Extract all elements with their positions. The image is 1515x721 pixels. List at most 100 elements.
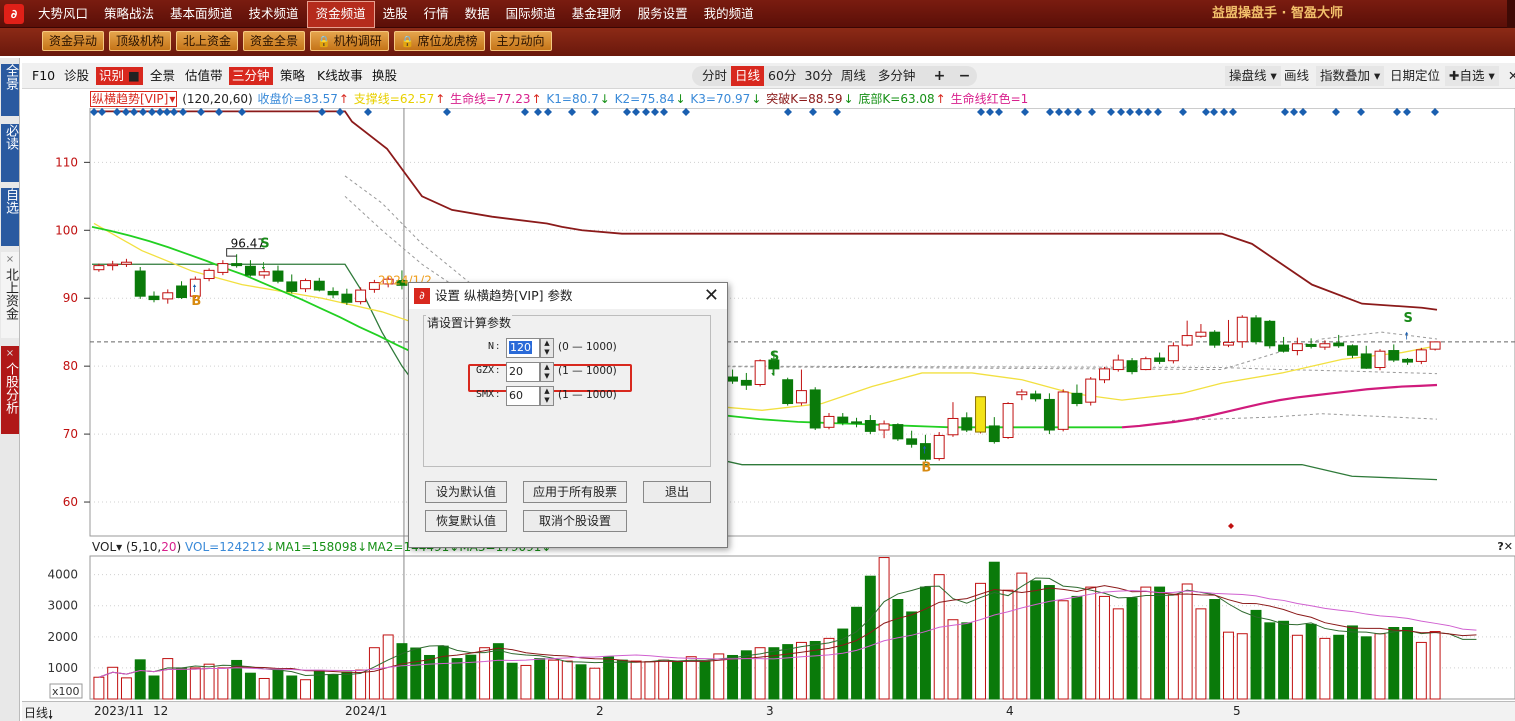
volume-bar [1112, 608, 1124, 700]
volume-bar [1167, 594, 1179, 700]
cancel-stock-setting-button[interactable]: 取消个股设置 [523, 510, 627, 532]
tool-trade-line[interactable]: 操盘线 ▾ [1225, 66, 1281, 86]
sub-menu-item[interactable]: 🔒 机构调研 [310, 31, 389, 51]
date-label: 4 [1006, 704, 1014, 718]
spinner-icon[interactable]: ▲ ▼ [540, 386, 554, 406]
side-tab-watchlist[interactable]: 自选 [1, 188, 19, 246]
tool-date-locate[interactable]: 日期定位 [1386, 66, 1444, 86]
tool-strategy[interactable]: 策略 [280, 67, 305, 85]
brand-title: 益盟操盘手 · 智盈大师 [1212, 6, 1343, 21]
menu-item[interactable]: 资金频道 [306, 1, 375, 28]
tool-index-overlay[interactable]: 指数叠加 ▾ [1316, 66, 1385, 86]
sub-menu-item[interactable]: 资金异动 [42, 31, 105, 51]
candle-body [162, 292, 174, 300]
volume-bar [300, 679, 311, 700]
side-tab-must-read[interactable]: 必读 [1, 124, 19, 182]
price-tick-label: 70 [63, 427, 78, 441]
candle-body [1085, 378, 1097, 403]
date-label: 2023/11 [94, 704, 144, 718]
period-selector[interactable]: 日线 🠗 [22, 704, 53, 721]
volume-bar [699, 661, 711, 700]
volume-bar [368, 647, 380, 700]
spinner-icon[interactable]: ▲ ▼ [540, 338, 554, 358]
candle-body [809, 389, 821, 429]
param-name: GZX [475, 365, 494, 376]
side-tab-overview[interactable]: 全景 [1, 64, 19, 116]
candle-body [823, 415, 835, 428]
candle-body [1112, 359, 1124, 371]
kline-chart[interactable]: 110100908070604000300020001000x10096.472… [22, 107, 1515, 701]
volume-bar [148, 675, 160, 700]
k1-value: K1=80.7 [546, 92, 599, 106]
apply-all-stocks-button[interactable]: 应用于所有股票 [523, 481, 627, 503]
param-n-input[interactable]: 120 [506, 338, 540, 358]
spinner-icon[interactable]: ▲ ▼ [540, 362, 554, 382]
tool-valuation-band[interactable]: 估值带 [185, 67, 223, 85]
restore-default-button[interactable]: 恢复默认值 [425, 510, 507, 532]
tool-identify-label: 识别 [99, 68, 125, 83]
menu-item[interactable]: 基本面频道 [162, 0, 241, 28]
tool-f10[interactable]: F10 [32, 67, 55, 85]
tool-switch-stock[interactable]: 换股 [372, 67, 397, 85]
side-tab-northbound[interactable]: × 北上资金 [1, 252, 19, 338]
menu-item[interactable]: 我的频道 [696, 0, 762, 28]
indicator-selector[interactable]: 纵横趋势[VIP]▾ [90, 91, 178, 107]
close-icon[interactable]: ✕ [704, 283, 719, 309]
volume-bar [424, 654, 435, 700]
exit-button[interactable]: 退出 [643, 481, 711, 503]
tool-three-minutes[interactable]: 三分钟 [229, 67, 273, 85]
arrow-down-icon: ↓ [357, 540, 368, 554]
menu-item[interactable]: 行情 [416, 0, 457, 28]
period-tab-intraday[interactable]: 分时 [698, 66, 731, 86]
param-name: N [487, 341, 494, 352]
param-gzx-input[interactable]: 20 [506, 362, 540, 382]
window-edge [1507, 0, 1515, 28]
tool-add-watchlist[interactable]: ✚自选 ▾ [1445, 66, 1499, 86]
indicator-readout: 纵横趋势[VIP]▾ (120,20,60) 收盘价=83.57↑ 支撑线=62… [90, 90, 1029, 108]
sub-menu-item[interactable]: 🔒 席位龙虎榜 [393, 31, 485, 51]
dialog-titlebar[interactable]: ∂ 设置 纵横趋势[VIP] 参数 ✕ [409, 283, 727, 309]
menu-item[interactable]: 数据 [457, 0, 498, 28]
tool-identify[interactable]: 识别 ■ [96, 67, 143, 85]
tool-diagnose[interactable]: 诊股 [64, 67, 89, 85]
chart-area[interactable]: 110 100 90 80 70 60 4000 3000 2000 1000 x100 96.47 2… [22, 107, 1515, 704]
volume-bar [162, 658, 174, 700]
volume-bar [947, 619, 959, 700]
sub-menu-item[interactable]: 主力动向 [489, 31, 552, 51]
close-icon[interactable]: × [1, 252, 19, 268]
app-logo-icon: ∂ [414, 288, 430, 304]
volume-params-prefix: (5,10, [126, 540, 162, 554]
menu-item[interactable]: 大势风口 [30, 0, 96, 28]
candle-body [107, 263, 119, 267]
close-icon[interactable]: × [1, 346, 19, 362]
menu-item[interactable]: 策略战法 [96, 0, 162, 28]
menu-item[interactable]: 技术频道 [241, 0, 307, 28]
menu-item[interactable]: 基金理财 [564, 0, 630, 28]
zoom-out-icon[interactable]: − [959, 66, 971, 86]
menu-item[interactable]: 服务设置 [630, 0, 696, 28]
buy-signal-label: B [921, 460, 931, 475]
sub-menu-item[interactable]: 资金全景 [243, 31, 306, 51]
help-close-icon[interactable]: ?✕ [1497, 540, 1513, 553]
tool-draw-line[interactable]: 画线 [1280, 66, 1313, 86]
close-icon[interactable]: ✕ [1504, 66, 1515, 86]
set-default-button[interactable]: 设为默认值 [425, 481, 507, 503]
sub-menu-item[interactable]: 北上资金 [176, 31, 239, 51]
volume-indicator-selector[interactable]: VOL▾ [92, 540, 122, 554]
menu-item[interactable]: 国际频道 [498, 0, 564, 28]
sub-menu-item[interactable]: 顶级机构 [109, 31, 172, 51]
zoom-in-icon[interactable]: + [934, 66, 946, 86]
side-tab-stock-analysis[interactable]: × 个股分析 [1, 346, 19, 434]
candle-body [203, 269, 215, 280]
tool-overview[interactable]: 全景 [150, 67, 175, 85]
period-tab-30min[interactable]: 30分 [800, 66, 836, 86]
volume-bar [176, 667, 188, 700]
period-tab-daily[interactable]: 日线 [731, 66, 765, 86]
candle-body [1278, 344, 1290, 352]
param-smx-input[interactable]: 60 [506, 386, 540, 406]
period-tab-60min[interactable]: 60分 [764, 66, 800, 86]
candle-body [231, 263, 243, 267]
menu-item[interactable]: 选股 [375, 0, 416, 28]
period-tab-weekly[interactable]: 周线 [837, 66, 870, 86]
tool-kline-story[interactable]: K线故事 [317, 67, 363, 85]
